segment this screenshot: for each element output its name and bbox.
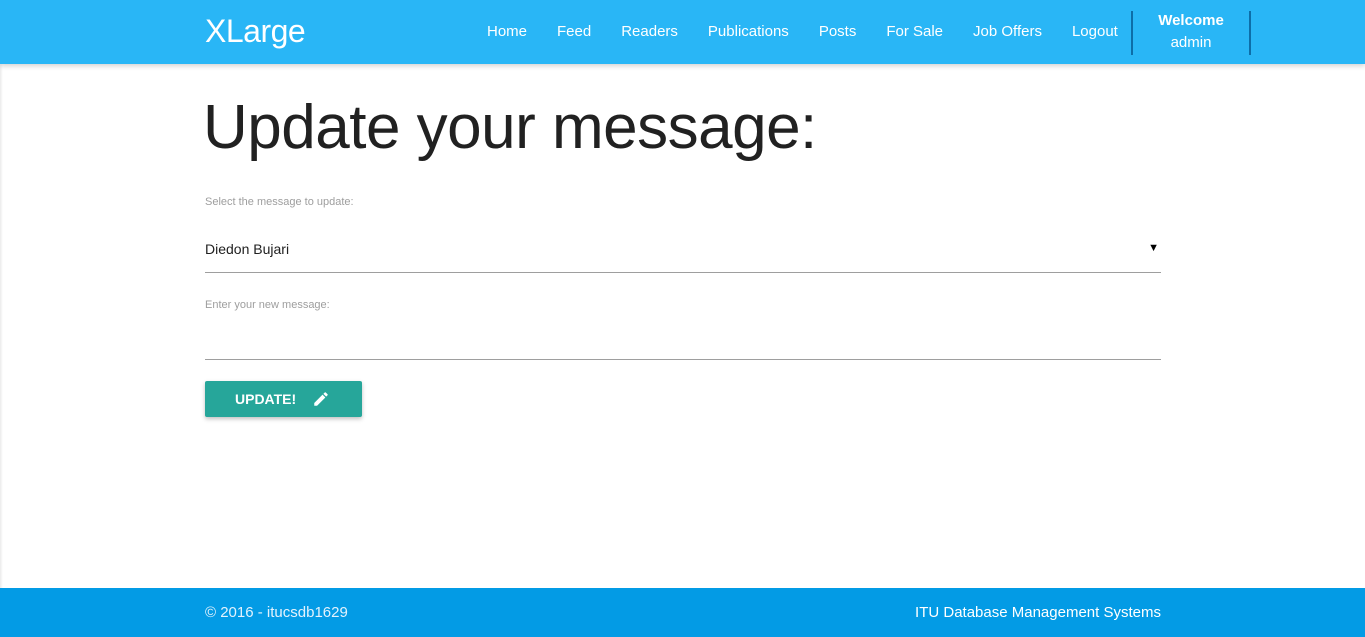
welcome-label: Welcome [1158, 12, 1224, 29]
page-footer: © 2016 - itucsdb1629 ITU Database Manage… [0, 588, 1365, 637]
brand-logo[interactable]: XLarge [205, 13, 306, 50]
page-title: Update your message: [203, 93, 817, 162]
nav-home[interactable]: Home [472, 0, 542, 64]
message-select-value: Diedon Bujari [205, 241, 290, 257]
new-message-input[interactable] [205, 320, 1161, 360]
nav-posts[interactable]: Posts [804, 0, 872, 64]
footer-copyright: © 2016 - itucsdb1629 [205, 604, 348, 621]
footer-course-name: ITU Database Management Systems [915, 604, 1161, 621]
new-message-label: Enter your new message: [205, 299, 330, 311]
caret-down-icon: ▼ [1148, 242, 1159, 254]
nav-readers[interactable]: Readers [606, 0, 693, 64]
page-edge-shadow [0, 64, 3, 588]
username-label: admin [1170, 34, 1212, 51]
nav-for-sale[interactable]: For Sale [871, 0, 958, 64]
select-message-label: Select the message to update: [205, 196, 354, 208]
nav-job-offers[interactable]: Job Offers [958, 0, 1057, 64]
nav-feed[interactable]: Feed [542, 0, 606, 64]
update-button-label: UPDATE! [235, 391, 297, 407]
nav-publications[interactable]: Publications [693, 0, 804, 64]
top-navbar: XLarge Home Feed Readers Publications Po… [0, 0, 1365, 64]
update-button[interactable]: UPDATE! [205, 381, 362, 417]
nav-logout[interactable]: Logout [1057, 0, 1133, 64]
message-select[interactable]: Diedon Bujari ▼ [205, 232, 1161, 273]
pencil-icon [312, 390, 330, 408]
welcome-user-box: Welcome admin [1131, 11, 1251, 55]
